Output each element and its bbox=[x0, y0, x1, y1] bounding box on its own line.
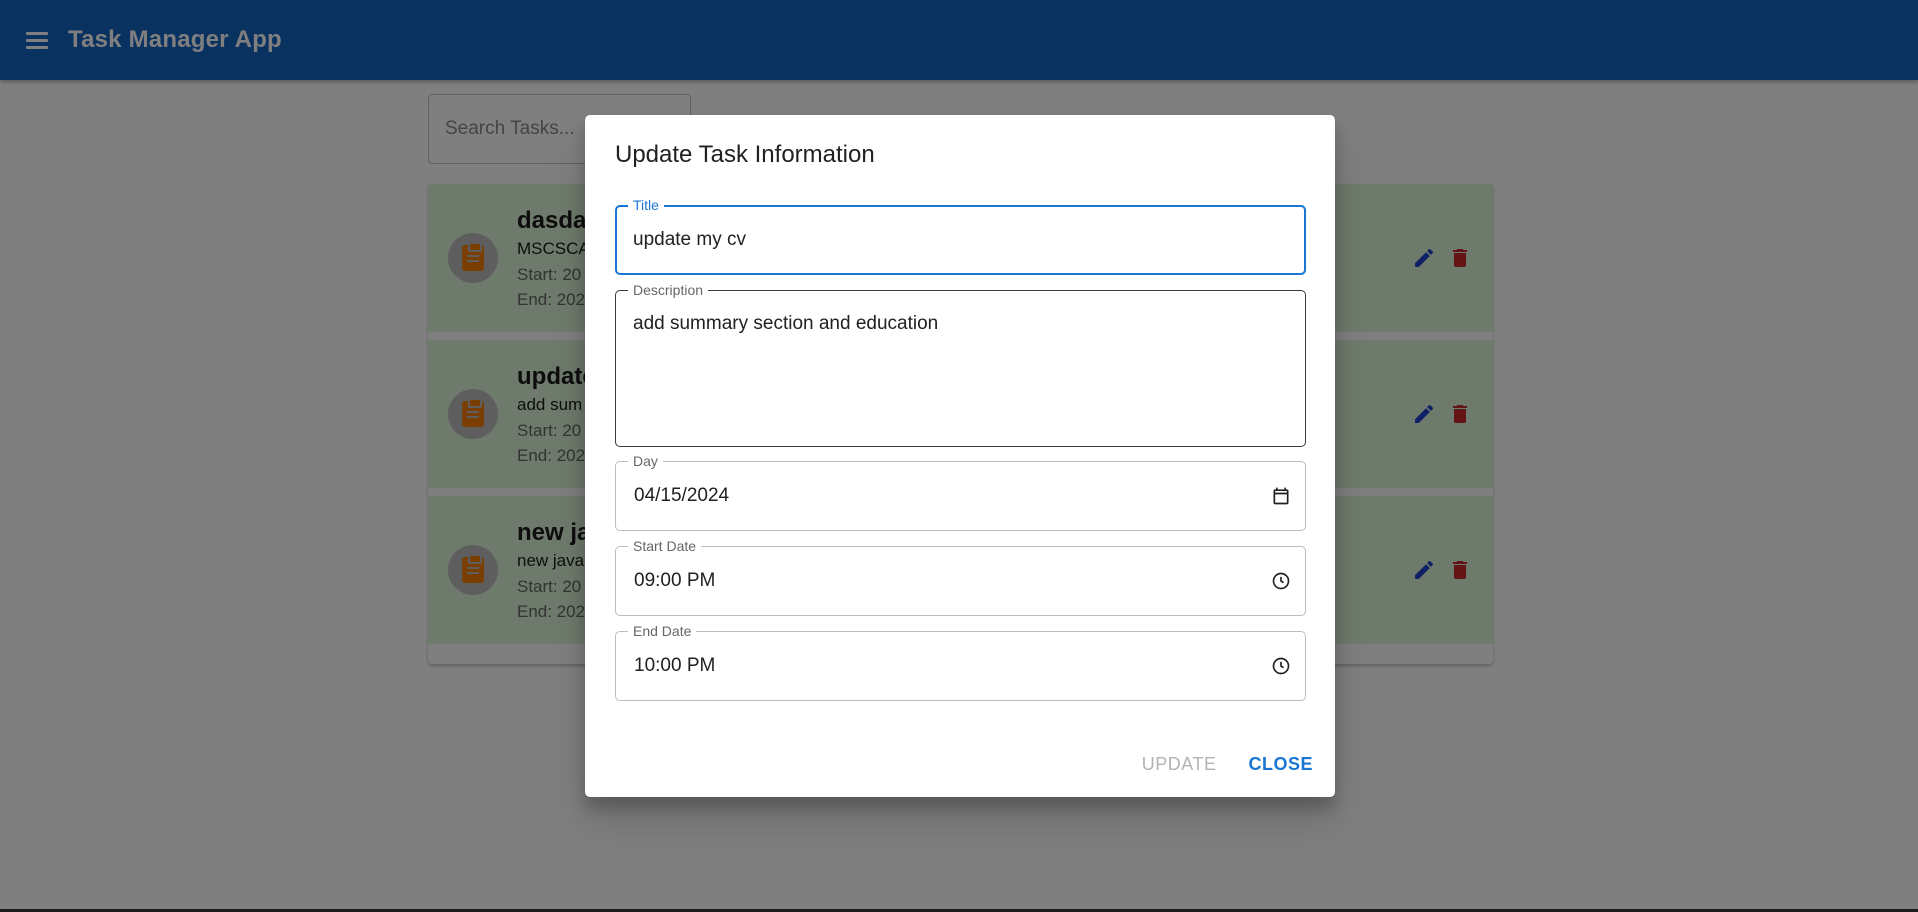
update-task-dialog: Update Task Information Title update my … bbox=[585, 115, 1335, 797]
update-button[interactable]: UPDATE bbox=[1142, 754, 1217, 775]
clock-icon[interactable] bbox=[1271, 571, 1291, 591]
start-date-field[interactable]: Start Date 09:00 PM bbox=[615, 537, 1306, 616]
end-date-input[interactable]: 10:00 PM bbox=[634, 655, 715, 677]
end-date-label: End Date bbox=[628, 622, 697, 640]
close-button[interactable]: CLOSE bbox=[1248, 754, 1313, 775]
description-label: Description bbox=[628, 281, 709, 299]
clock-icon[interactable] bbox=[1271, 656, 1291, 676]
calendar-icon[interactable] bbox=[1271, 486, 1291, 506]
start-date-label: Start Date bbox=[628, 537, 702, 555]
start-date-input[interactable]: 09:00 PM bbox=[634, 570, 715, 592]
dialog-title: Update Task Information bbox=[615, 141, 875, 168]
day-input[interactable]: 04/15/2024 bbox=[634, 485, 729, 507]
title-field[interactable]: Title update my cv bbox=[615, 196, 1306, 275]
description-input[interactable]: add summary section and education bbox=[633, 313, 938, 335]
day-label: Day bbox=[628, 452, 663, 470]
title-input[interactable]: update my cv bbox=[633, 229, 746, 251]
end-date-field[interactable]: End Date 10:00 PM bbox=[615, 622, 1306, 701]
day-field[interactable]: Day 04/15/2024 bbox=[615, 452, 1306, 531]
title-label: Title bbox=[628, 196, 664, 214]
description-field[interactable]: Description add summary section and educ… bbox=[615, 281, 1306, 447]
